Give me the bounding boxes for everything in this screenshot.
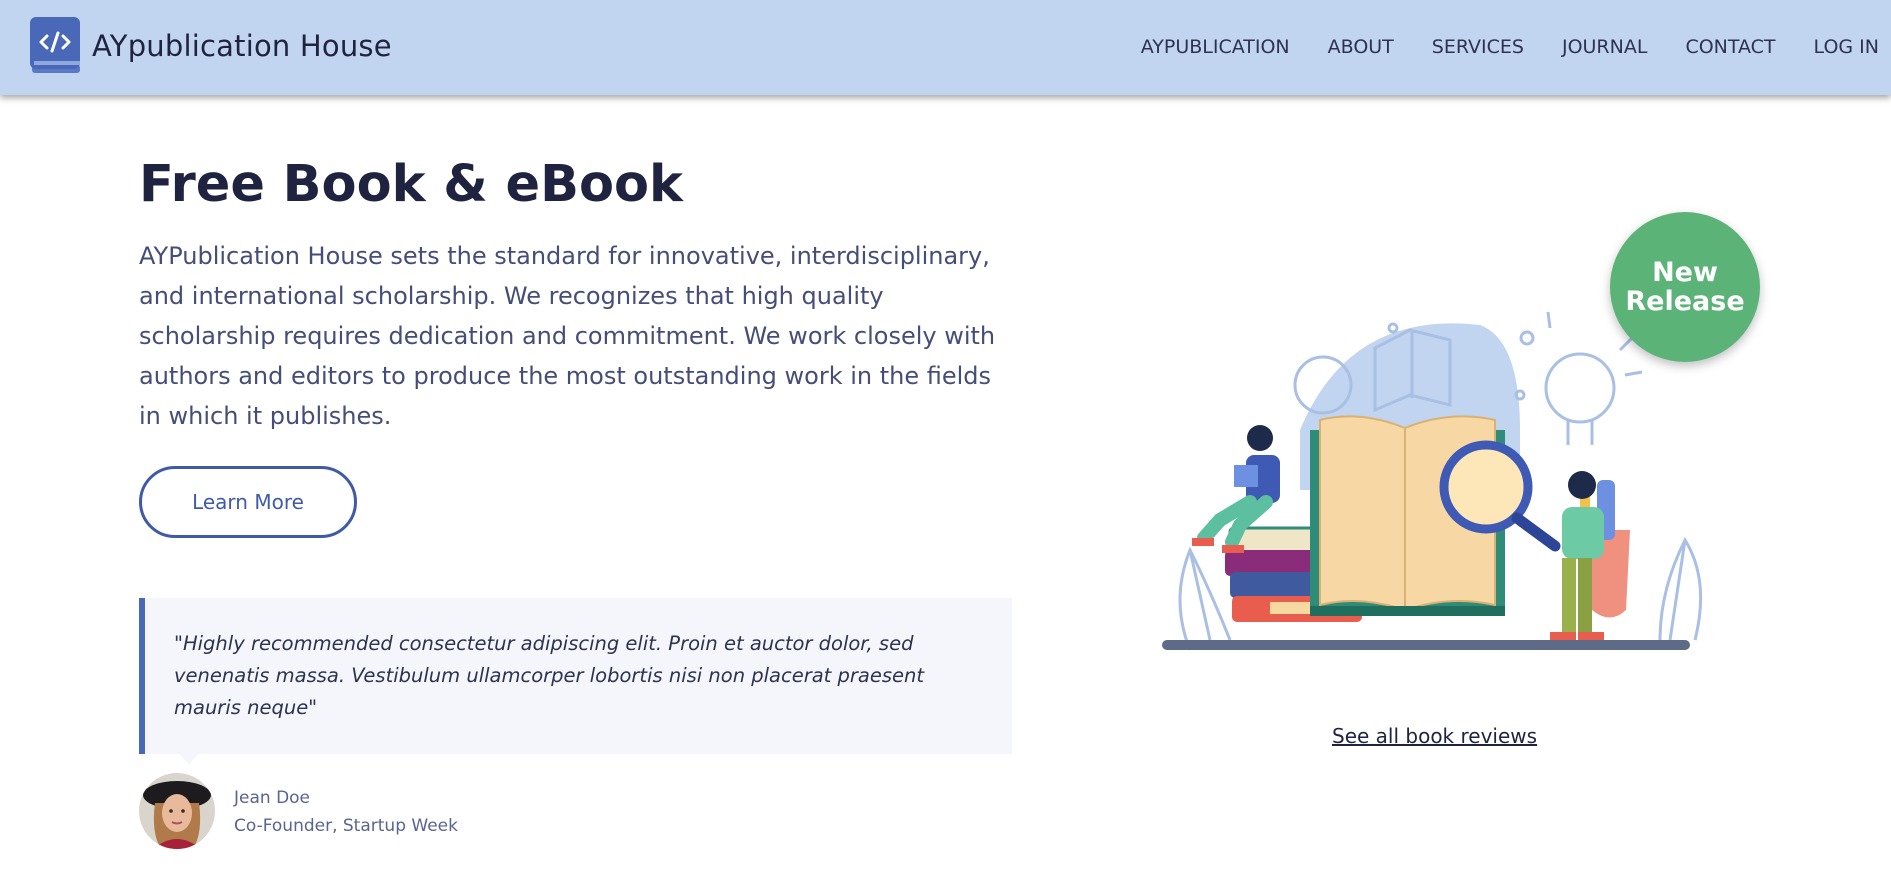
avatar: [139, 773, 215, 849]
hero-title: Free Book & eBook: [139, 155, 683, 214]
see-all-reviews-link[interactable]: See all book reviews: [1332, 724, 1537, 748]
code-book-icon: [30, 17, 82, 75]
nav-item-journal[interactable]: JOURNAL: [1562, 36, 1647, 58]
brand[interactable]: AYpublication House: [30, 16, 392, 76]
nav-item-contact[interactable]: CONTACT: [1685, 36, 1775, 58]
testimonial-quote: "Highly recommended consectetur adipisci…: [139, 598, 1012, 754]
author-name: Jean Doe: [234, 788, 311, 808]
nav-item-about[interactable]: ABOUT: [1328, 36, 1394, 58]
top-navbar: AYpublication House AYPUBLICATION ABOUT …: [0, 0, 1891, 95]
learn-more-button[interactable]: Learn More: [139, 466, 357, 538]
brand-name: AYpublication House: [92, 29, 392, 63]
nav-item-services[interactable]: SERVICES: [1432, 36, 1524, 58]
main-nav: AYPUBLICATION ABOUT SERVICES JOURNAL CON…: [1141, 36, 1891, 58]
badge-line-2: Release: [1625, 286, 1745, 317]
new-release-badge: New Release: [1610, 212, 1760, 362]
quote-pointer: [178, 753, 200, 764]
author-role: Co-Founder, Startup Week: [234, 816, 458, 836]
nav-item-login[interactable]: LOG IN: [1814, 36, 1879, 58]
books-illustration: [1150, 310, 1710, 660]
badge-line-1: New: [1652, 257, 1718, 288]
nav-item-aypublication[interactable]: AYPUBLICATION: [1141, 36, 1290, 58]
hero-description: AYPublication House sets the standard fo…: [139, 242, 996, 430]
testimonial-text: "Highly recommended consectetur adipisci…: [174, 632, 925, 719]
